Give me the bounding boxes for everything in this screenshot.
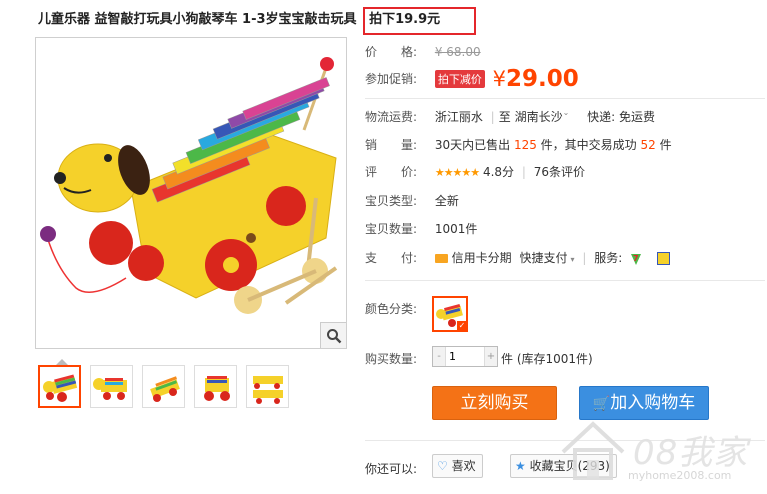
stock-label: 宝贝数量: xyxy=(365,222,418,236)
thumbnail-image xyxy=(43,374,78,402)
quantity-stepper: - + xyxy=(432,346,498,367)
thumbnail-image xyxy=(150,376,180,402)
thumbnail-image xyxy=(93,378,127,400)
like-button[interactable]: ♡ 喜欢 xyxy=(432,454,483,478)
product-title: 儿童乐器 益智敲打玩具小狗敲琴车 1-3岁宝宝敲击玩具 拍下19.9元 xyxy=(38,7,477,35)
quantity-minus-button[interactable]: - xyxy=(433,347,445,366)
shipping-row: 物流运费: 浙江丽水 | 至 湖南长沙⌄ 快递: 免运费 xyxy=(365,108,655,125)
sales-success-count: 52 xyxy=(640,138,656,152)
shipping-from: 浙江丽水 xyxy=(434,110,483,124)
promo-price-amount: 29.00 xyxy=(506,66,579,92)
payment-label: 支 付: xyxy=(365,251,418,265)
seven-day-return-icon[interactable]: 7 xyxy=(629,252,643,266)
cart-icon: 🛒 xyxy=(592,396,611,412)
shipping-destination[interactable]: 湖南长沙 xyxy=(515,110,563,124)
shipping-to-prefix: 至 xyxy=(498,110,511,124)
thumbnail-1[interactable] xyxy=(38,365,81,408)
thumbnail-strip xyxy=(38,365,289,408)
price-row: 价 格: ¥ 68.00 xyxy=(365,43,481,60)
credit-card-icon xyxy=(434,254,448,263)
quick-pay-option[interactable]: 快捷支付 xyxy=(520,251,568,265)
shipping-method: 快递: 免运费 xyxy=(587,110,655,124)
type-row: 宝贝类型: 全新 xyxy=(365,192,459,209)
separator: | xyxy=(490,110,495,124)
svg-text:7: 7 xyxy=(633,254,639,263)
color-option-label: 颜色分类: xyxy=(365,302,418,316)
thumbnail-4[interactable] xyxy=(194,365,237,408)
service-label: 服务: xyxy=(594,251,623,265)
sales-unit-end: 件 xyxy=(659,138,672,152)
rating-score: 4.8分 xyxy=(482,165,515,179)
sales-count: 125 xyxy=(513,138,537,152)
sales-label: 销 量: xyxy=(365,138,418,152)
thumbnail-image xyxy=(204,376,230,401)
check-icon: ✓ xyxy=(457,321,466,330)
buy-now-button[interactable]: 立刻购买 xyxy=(432,386,557,420)
guarantee-icon[interactable] xyxy=(656,252,670,265)
product-title-text: 儿童乐器 益智敲打玩具小狗敲琴车 1-3岁宝宝敲击玩具 xyxy=(38,12,357,27)
xylophone-dog-toy-image xyxy=(40,57,338,314)
currency-symbol: ¥ xyxy=(492,67,507,91)
payment-row: 支 付: 信用卡分期 快捷支付 ▾ | 服务: 7 xyxy=(365,249,670,266)
quantity-row: 购买数量: xyxy=(365,350,431,367)
separator: | xyxy=(521,165,526,179)
quantity-label: 购买数量: xyxy=(365,352,418,366)
sales-prefix: 30天内已售出 xyxy=(434,138,511,152)
promo-price: ¥29.00 xyxy=(493,66,579,92)
title-highlight-box: 拍下19.9元 xyxy=(363,7,477,35)
sales-unit: 件，其中交易成功 xyxy=(540,138,637,152)
like-label: 喜欢 xyxy=(451,459,476,473)
sales-row: 销 量: 30天内已售出 125 件，其中交易成功 52 件 xyxy=(365,136,672,153)
thumbnail-5[interactable] xyxy=(246,365,289,408)
separator: | xyxy=(582,251,587,265)
type-label: 宝贝类型: xyxy=(365,194,418,208)
stock-row: 宝贝数量: 1001件 xyxy=(365,220,477,237)
heart-icon: ♡ xyxy=(437,459,448,473)
stock-value: 1001件 xyxy=(434,222,478,236)
divider xyxy=(365,280,765,281)
add-to-cart-label: 加入购物车 xyxy=(610,393,696,413)
shipping-label: 物流运费: xyxy=(365,110,418,124)
review-count-link[interactable]: 76条评价 xyxy=(534,165,585,179)
quantity-stock-text: 件 (库存1001件) xyxy=(501,352,593,366)
promo-row: 参加促销: 拍下减价 ¥29.00 xyxy=(365,66,579,92)
promo-badge: 拍下减价 xyxy=(434,70,485,88)
promo-label: 参加促销: xyxy=(365,71,418,86)
star-rating-icon: ★★★★★ xyxy=(434,166,480,179)
original-price: ¥ 68.00 xyxy=(434,45,481,59)
color-swatch-selected[interactable]: ✓ xyxy=(432,296,468,332)
zoom-button[interactable] xyxy=(320,322,346,348)
rating-row: 评 价: ★★★★★ 4.8分 | 76条评价 xyxy=(365,163,585,180)
color-option-row: 颜色分类: xyxy=(365,300,431,317)
chevron-down-icon[interactable]: ⌄ xyxy=(563,108,570,117)
chevron-down-icon[interactable]: ▾ xyxy=(571,255,575,264)
divider xyxy=(365,98,765,99)
quantity-plus-button[interactable]: + xyxy=(485,347,497,366)
quantity-input[interactable] xyxy=(445,347,485,366)
watermark-text: 08我家 xyxy=(633,433,749,473)
main-product-image[interactable] xyxy=(35,37,347,349)
type-value: 全新 xyxy=(434,194,459,208)
rating-label: 评 价: xyxy=(365,165,418,179)
thumbnail-image xyxy=(253,376,283,404)
also-label: 你还可以: xyxy=(365,462,418,476)
price-label: 价 格: xyxy=(365,45,418,59)
thumbnail-2[interactable] xyxy=(90,365,133,408)
thumbnail-3[interactable] xyxy=(142,365,185,408)
magnifier-icon xyxy=(326,328,341,343)
watermark-url: myhome2008.com xyxy=(628,469,732,482)
installment-option[interactable]: 信用卡分期 xyxy=(452,251,512,265)
star-icon: ★ xyxy=(515,459,526,473)
